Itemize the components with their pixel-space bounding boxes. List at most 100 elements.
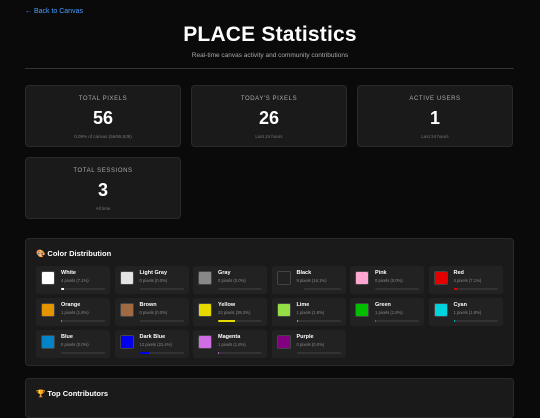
stat-subtext: Last 24 hours (421, 134, 449, 139)
color-name: Black (296, 270, 312, 276)
color-pixel-count: 4 pixels (7.1%) (453, 278, 482, 283)
color-swatch (198, 271, 212, 285)
color-item-white: White 4 pixels (7.1%) (36, 266, 110, 294)
color-item-light-gray: Light Gray 0 pixels (0.0%) (114, 266, 189, 294)
color-name: Magenta (218, 334, 241, 340)
color-item-orange: Orange 1 pixels (1.8%) (36, 298, 110, 326)
stat-value: 1 (429, 108, 440, 128)
color-item-yellow: Yellow 22 pixels (39.3%) (193, 298, 267, 326)
stat-label: TODAY'S PIXELS (240, 96, 298, 102)
color-percentage-bar (218, 320, 262, 322)
color-item-purple: Purple 0 pixels (0.0%) (271, 330, 346, 358)
color-pixel-count: 1 pixels (1.8%) (61, 310, 89, 315)
color-percentage-bar-fill (296, 320, 298, 322)
color-percentage-bar (375, 320, 419, 322)
color-name: White (61, 270, 76, 276)
color-pixel-count: 22 pixels (39.3%) (218, 310, 251, 315)
color-swatch (276, 335, 291, 349)
color-swatch (41, 303, 55, 317)
color-percentage-bar (296, 320, 341, 322)
stat-label: TOTAL PIXELS (78, 96, 128, 102)
color-swatch (355, 271, 369, 285)
stat-subtext: Last 24 hours (255, 134, 283, 139)
color-distribution-heading: 🎨 Color Distribution (36, 249, 112, 258)
stat-card-todays-pixels: TODAY'S PIXELS 26 Last 24 hours (191, 85, 347, 147)
color-item-cyan: Cyan 1 pixels (1.8%) (428, 298, 503, 326)
stat-card-active-users: ACTIVE USERS 1 Last 24 hours (357, 85, 513, 147)
color-swatch (119, 303, 134, 317)
color-pixel-count: 1 pixels (1.8%) (453, 310, 482, 315)
stat-card-total-sessions: TOTAL SESSIONS 3 All time (25, 157, 181, 219)
color-percentage-bar (61, 320, 105, 322)
color-swatch (276, 271, 291, 285)
stat-subtext: 0.09% of canvas (56/65,536) (74, 134, 132, 139)
color-percentage-bar (61, 352, 105, 354)
color-percentage-bar (453, 320, 498, 322)
color-swatch (198, 335, 212, 349)
stat-value: 3 (97, 180, 108, 200)
color-name: Yellow (218, 302, 236, 308)
color-percentage-bar-fill (139, 352, 149, 354)
page-title: PLACE Statistics (183, 23, 357, 46)
color-percentage-bar-fill (61, 320, 62, 322)
color-distribution-panel: 🎨 Color Distribution White 4 pixels (7.1%… (25, 238, 514, 366)
color-percentage-bar (139, 320, 184, 322)
color-percentage-bar-fill (218, 352, 219, 354)
color-percentage-bar (139, 352, 184, 354)
color-percentage-bar (61, 288, 105, 290)
top-contributors-panel: 🏆 Top Contributors (25, 378, 514, 418)
stat-value: 56 (92, 108, 114, 128)
color-pixel-count: 9 pixels (16.1%) (296, 278, 327, 283)
top-contributors-heading: 🏆 Top Contributors (36, 389, 109, 398)
color-percentage-bar-fill (453, 288, 457, 290)
color-swatch (198, 303, 212, 317)
color-pixel-count: 0 pixels (0.0%) (296, 342, 325, 347)
color-pixel-count: 0 pixels (0.0%) (218, 278, 246, 283)
color-pixel-count: 0 pixels (0.0%) (375, 278, 403, 283)
color-percentage-bar-fill (218, 320, 236, 322)
color-swatch (433, 303, 448, 317)
color-name: Pink (375, 270, 387, 276)
color-swatch (276, 303, 291, 317)
color-percentage-bar (296, 288, 341, 290)
stat-value: 26 (258, 108, 280, 128)
color-name: Brown (139, 302, 157, 308)
color-swatch (355, 303, 369, 317)
stat-subtext: All time (95, 206, 111, 211)
color-item-gray: Gray 0 pixels (0.0%) (193, 266, 267, 294)
color-name: Blue (61, 334, 73, 340)
color-percentage-bar-fill (453, 320, 455, 322)
color-swatch (119, 335, 134, 349)
color-grid: White 4 pixels (7.1%) Light Gray 0 pixels (… (36, 266, 503, 358)
color-item-blue: Blue 0 pixels (0.0%) (36, 330, 110, 358)
color-name: Dark Blue (139, 334, 166, 340)
color-swatch (41, 271, 55, 285)
color-percentage-bar (453, 288, 498, 290)
color-pixel-count: 1 pixels (1.8%) (375, 310, 403, 315)
color-pixel-count: 0 pixels (0.0%) (61, 342, 89, 347)
color-name: Light Gray (139, 270, 168, 276)
color-percentage-bar (296, 352, 341, 354)
color-percentage-bar-fill (296, 288, 304, 290)
color-swatch (433, 271, 448, 285)
color-item-dark-blue: Dark Blue 12 pixels (21.4%) (114, 330, 189, 358)
header-divider (25, 68, 514, 69)
color-item-brown: Brown 0 pixels (0.0%) (114, 298, 189, 326)
color-name: Lime (296, 302, 310, 308)
color-pixel-count: 12 pixels (21.4%) (139, 342, 172, 347)
color-name: Orange (61, 302, 81, 308)
color-swatch (41, 335, 55, 349)
color-swatch (119, 271, 134, 285)
back-to-canvas-link[interactable]: ← Back to Canvas (25, 8, 83, 15)
color-pixel-count: 4 pixels (7.1%) (61, 278, 89, 283)
color-item-lime: Lime 1 pixels (1.8%) (271, 298, 346, 326)
color-pixel-count: 1 pixels (1.8%) (218, 342, 246, 347)
color-percentage-bar (218, 352, 262, 354)
color-name: Gray (218, 270, 231, 276)
color-item-red: Red 4 pixels (7.1%) (428, 266, 503, 294)
color-item-pink: Pink 0 pixels (0.0%) (350, 266, 424, 294)
color-name: Green (375, 302, 391, 308)
color-item-magenta: Magenta 1 pixels (1.8%) (193, 330, 267, 358)
stat-card-total-pixels: TOTAL PIXELS 56 0.09% of canvas (56/65,5… (25, 85, 181, 147)
color-name: Purple (296, 334, 314, 340)
